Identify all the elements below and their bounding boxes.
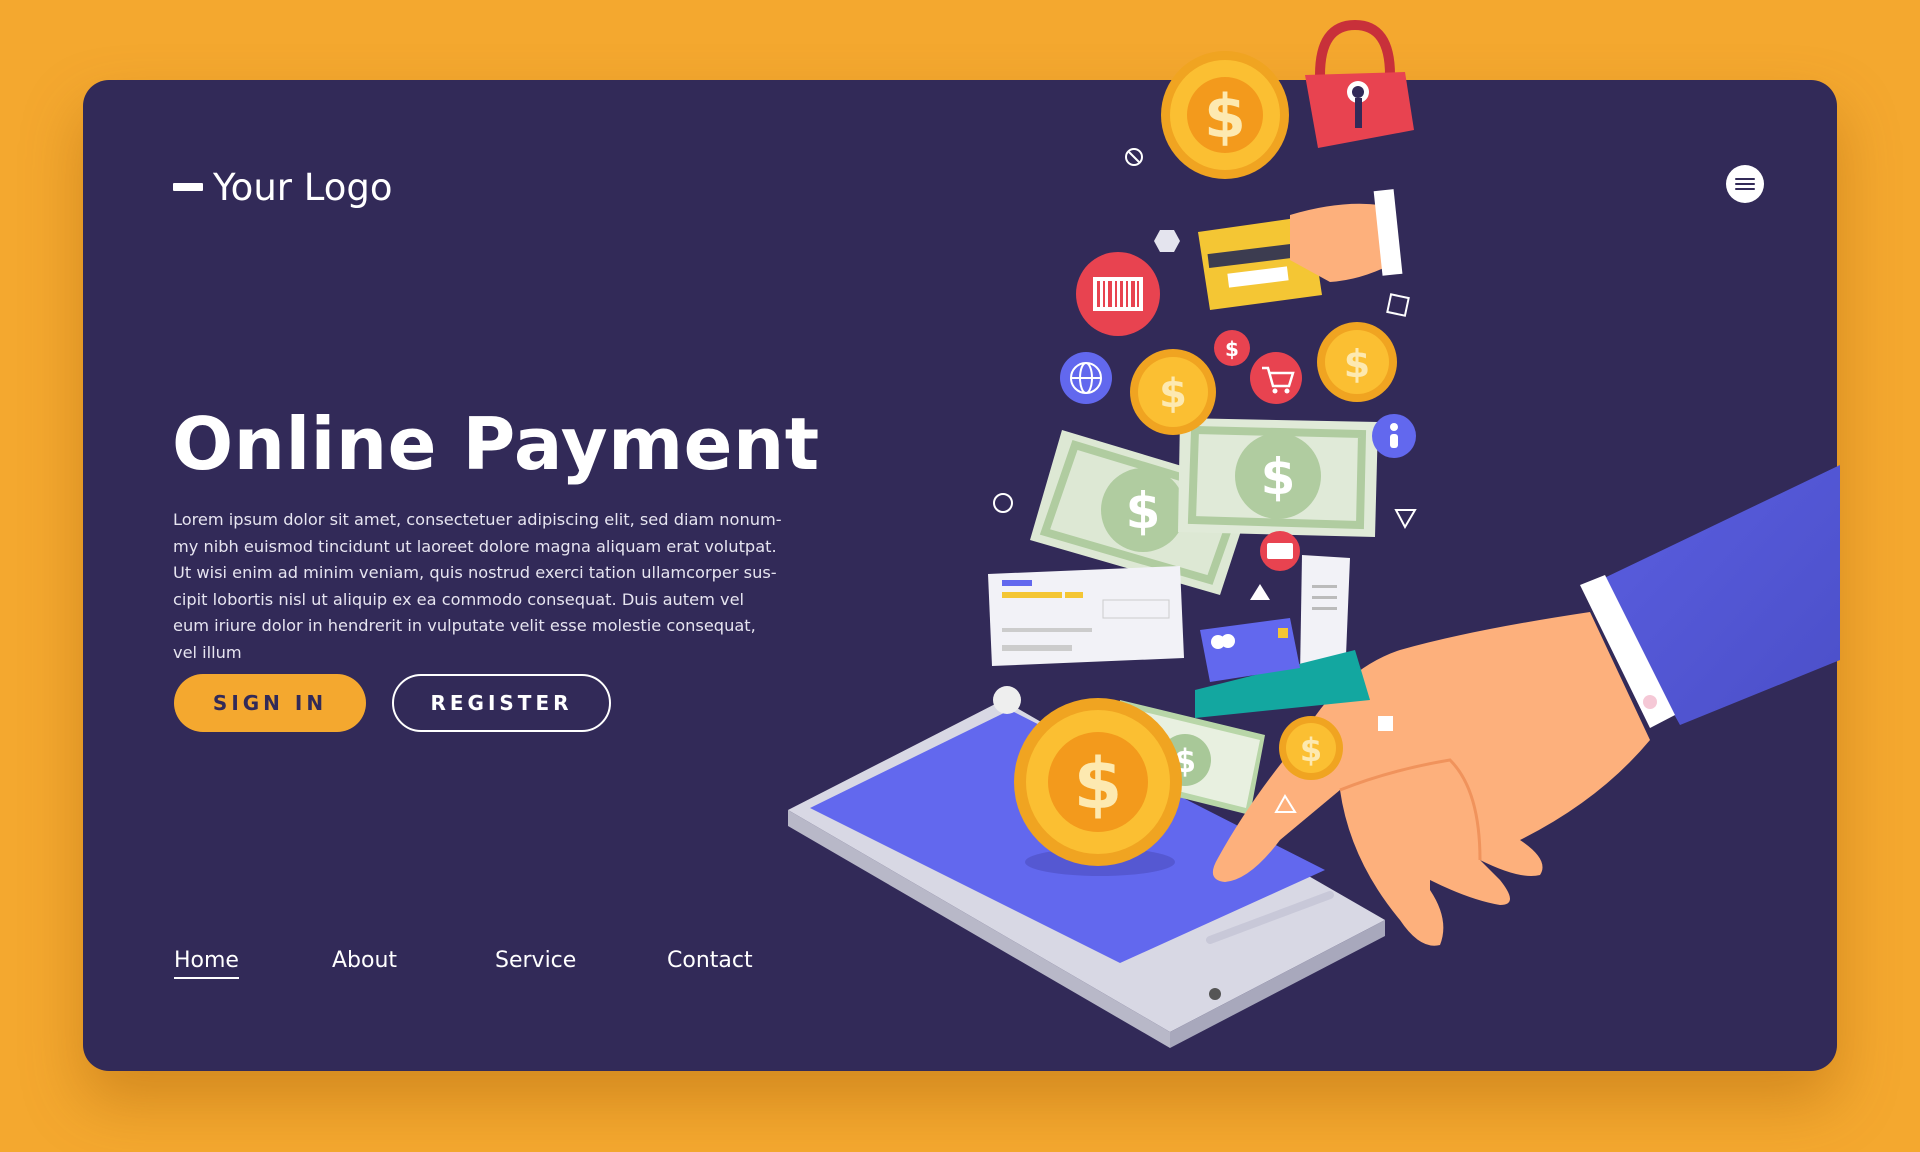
logo[interactable]: Your Logo [173, 162, 392, 212]
hero-description: Lorem ipsum dolor sit amet, consectetuer… [173, 510, 782, 662]
page-title: Online Payment [172, 402, 820, 486]
nav-item-contact[interactable]: Contact [667, 948, 753, 973]
logo-text: Your Logo [213, 165, 393, 209]
nav-item-home[interactable]: Home [174, 948, 239, 979]
nav-item-about[interactable]: About [332, 948, 397, 973]
register-button[interactable]: REGISTER [392, 674, 611, 732]
hamburger-menu-icon[interactable] [1726, 165, 1764, 203]
nav-item-service[interactable]: Service [495, 948, 576, 973]
sign-in-button[interactable]: SIGN IN [174, 674, 366, 732]
logo-mark-icon [173, 183, 203, 191]
